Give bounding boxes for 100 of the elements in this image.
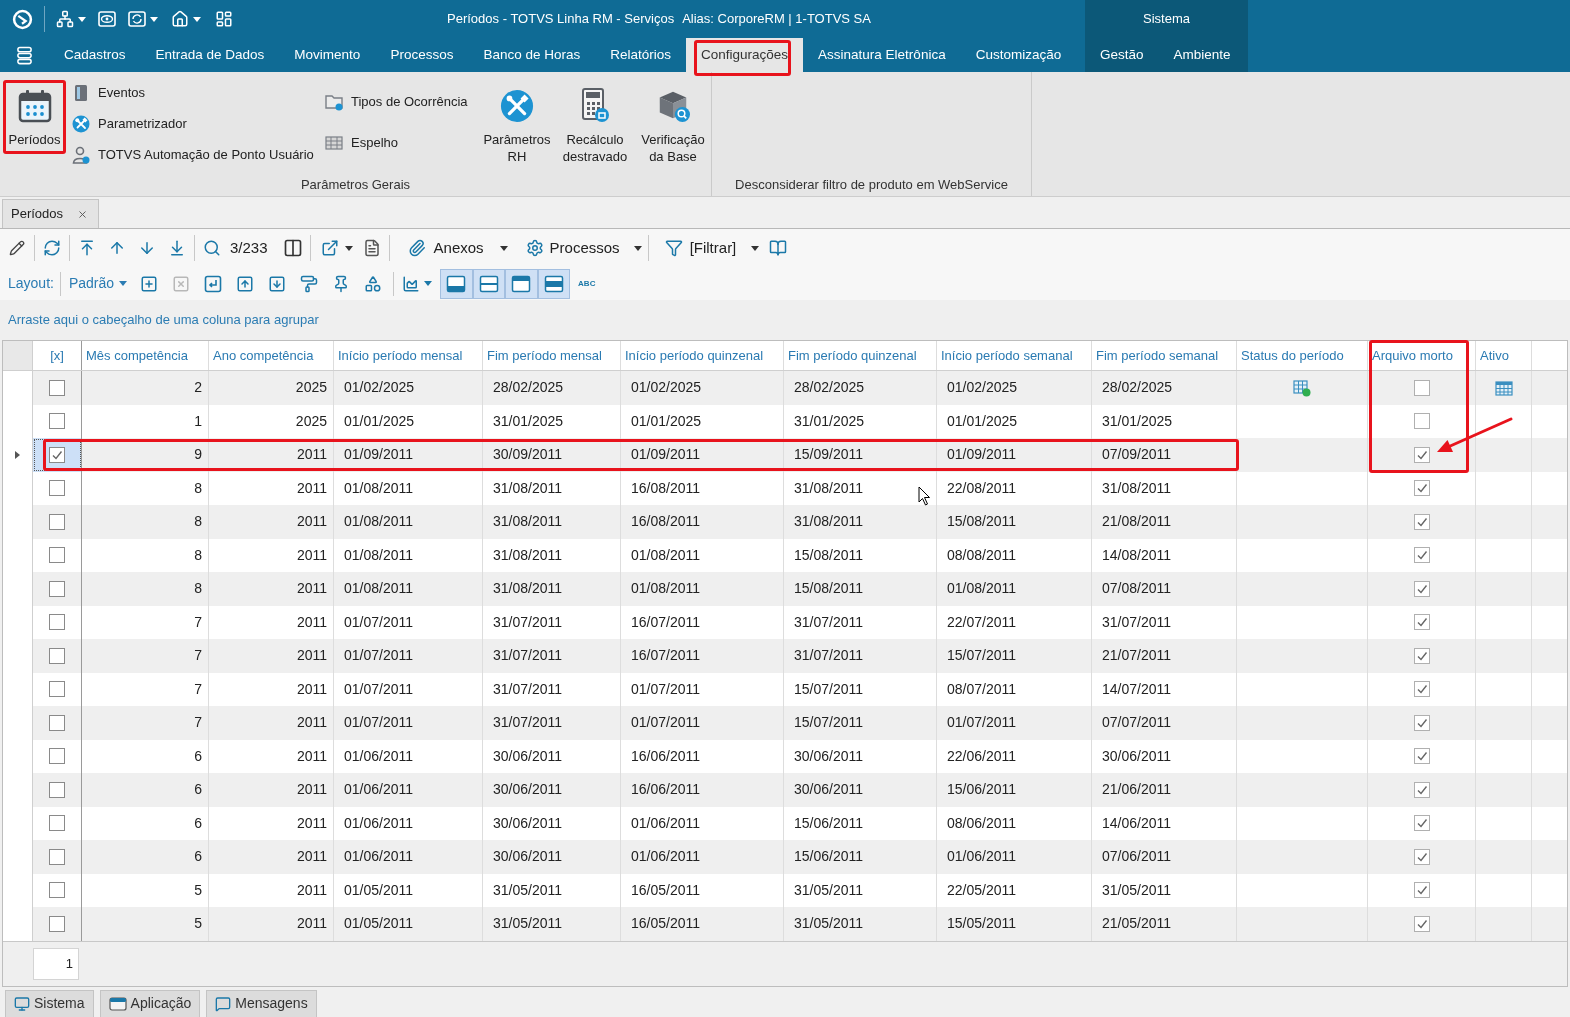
processes-button[interactable]: Processos <box>521 233 646 263</box>
checkbox[interactable] <box>1413 513 1430 530</box>
checkbox[interactable] <box>1413 815 1430 832</box>
column-header[interactable]: Ativo <box>1476 341 1532 370</box>
ribbon-button[interactable]: Tipos de Ocorrência <box>323 86 475 117</box>
upload-icon[interactable] <box>236 274 255 293</box>
checkbox[interactable] <box>49 480 65 497</box>
table-row[interactable]: 6 2011 01/06/2011 30/06/2011 16/06/2011 30/06/2011 15/06/2011 21/06/2011 <box>3 773 1567 807</box>
status-tab[interactable]: Aplicação <box>99 989 201 1017</box>
table-row[interactable]: 6 2011 01/06/2011 30/06/2011 01/06/2011 15/06/2011 01/06/2011 07/06/2011 <box>3 840 1567 874</box>
ribbon-button[interactable]: Períodos <box>3 80 66 154</box>
shapes-icon[interactable] <box>364 274 383 293</box>
column-header[interactable]: Início período mensal <box>334 341 483 370</box>
checkbox[interactable] <box>1413 748 1430 765</box>
status-tab[interactable]: Sistema <box>5 989 94 1017</box>
checkbox[interactable] <box>49 882 65 899</box>
checkbox[interactable] <box>49 614 65 631</box>
columns-icon[interactable] <box>282 238 303 258</box>
table-row[interactable]: 8 2011 01/08/2011 31/08/2011 01/08/2011 15/08/2011 01/08/2011 07/08/2011 <box>3 572 1567 606</box>
row-header-cell[interactable] <box>3 371 33 405</box>
column-header[interactable]: Fim período semanal <box>1092 341 1237 370</box>
ribbon-button[interactable]: Verificação da Base <box>637 80 709 171</box>
checkbox[interactable] <box>49 714 65 731</box>
add-icon[interactable] <box>140 274 159 293</box>
ribbon-button[interactable]: Parametrizador <box>70 108 317 139</box>
checkbox[interactable] <box>1413 681 1430 698</box>
table-row[interactable]: 8 2011 01/08/2011 31/08/2011 16/08/2011 31/08/2011 15/08/2011 21/08/2011 <box>3 505 1567 539</box>
pencil-icon[interactable] <box>9 240 25 256</box>
page-field[interactable]: 1 <box>33 947 79 980</box>
view-toggle[interactable] <box>440 268 473 299</box>
menu-tab[interactable]: Ambiente <box>1158 38 1246 72</box>
checkbox[interactable] <box>1413 614 1430 631</box>
checkbox[interactable] <box>1413 714 1430 731</box>
checkbox[interactable] <box>1413 848 1430 865</box>
menu-tab[interactable]: Movimento <box>279 38 376 72</box>
menu-icon[interactable] <box>16 45 33 65</box>
checkbox[interactable] <box>49 748 65 765</box>
column-header[interactable]: Fim período mensal <box>483 341 621 370</box>
checkbox[interactable] <box>49 413 65 430</box>
menu-tab[interactable]: Relatórios <box>595 38 686 72</box>
checkbox[interactable] <box>49 915 65 932</box>
column-header[interactable]: Início período semanal <box>937 341 1092 370</box>
checkbox[interactable] <box>1413 882 1430 899</box>
document-tab[interactable]: Períodos <box>2 199 100 228</box>
grid-icon[interactable] <box>215 10 233 28</box>
ribbon-button[interactable]: Eventos <box>70 77 317 108</box>
menu-tab[interactable]: Banco de Horas <box>468 38 596 72</box>
first-record-icon[interactable] <box>78 239 96 257</box>
checkbox[interactable] <box>49 647 65 664</box>
arrow-down-icon[interactable] <box>138 239 156 257</box>
ribbon-button[interactable]: TOTVS Automação de Ponto Usuário <box>70 139 317 170</box>
column-header[interactable]: Arquivo morto <box>1368 341 1476 370</box>
row-header-cell[interactable] <box>3 907 33 941</box>
checkbox[interactable] <box>1413 580 1430 597</box>
column-header[interactable]: Status do período <box>1237 341 1368 370</box>
checkbox[interactable] <box>1413 781 1430 798</box>
checkbox[interactable] <box>49 781 65 798</box>
refresh-icon[interactable] <box>128 10 146 28</box>
ribbon-button[interactable]: Recálculo destravado <box>559 80 631 171</box>
refresh-icon[interactable] <box>43 239 61 257</box>
checkbox[interactable] <box>49 379 65 396</box>
table-row[interactable]: 7 2011 01/07/2011 31/07/2011 01/07/2011 15/07/2011 01/07/2011 07/07/2011 <box>3 706 1567 740</box>
checkbox[interactable] <box>1413 413 1430 430</box>
network-icon[interactable] <box>56 10 74 28</box>
menu-tab[interactable]: Cadastros <box>49 38 141 72</box>
checkbox[interactable] <box>1413 446 1430 463</box>
menu-tab[interactable]: Entrada de Dados <box>140 38 280 72</box>
checkbox[interactable] <box>49 446 65 463</box>
search-icon[interactable] <box>203 239 221 257</box>
book-icon[interactable] <box>769 239 788 257</box>
view-toggle[interactable] <box>537 268 571 299</box>
status-tab[interactable]: Mensagens <box>206 989 317 1017</box>
download-icon[interactable] <box>268 274 287 293</box>
filter-button[interactable]: [Filtrar] <box>660 233 764 263</box>
checkbox[interactable] <box>49 547 65 564</box>
export-icon[interactable] <box>320 239 339 257</box>
attachments-button[interactable]: Anexos <box>403 233 512 263</box>
checkbox[interactable] <box>49 815 65 832</box>
view-toggle[interactable] <box>505 268 538 299</box>
return-icon[interactable] <box>204 274 223 293</box>
table-row[interactable]: 7 2011 01/07/2011 31/07/2011 16/07/2011 31/07/2011 15/07/2011 21/07/2011 <box>3 639 1567 673</box>
layout-dropdown[interactable]: Padrão <box>68 273 128 294</box>
view-toggle[interactable] <box>472 268 506 299</box>
column-header[interactable]: Ano competência <box>209 341 334 370</box>
chart-icon[interactable] <box>402 274 421 293</box>
checkbox[interactable] <box>1413 915 1430 932</box>
menu-tab[interactable]: Customização <box>960 38 1077 72</box>
ribbon-button[interactable]: Parâmetros RH <box>481 80 553 171</box>
checkbox[interactable] <box>1413 547 1430 564</box>
menu-tab[interactable]: Processos <box>375 38 469 72</box>
table-row[interactable]: 9 2011 01/09/2011 30/09/2011 01/09/2011 15/09/2011 01/09/2011 07/09/2011 <box>3 438 1567 472</box>
menu-tab[interactable]: Gestão <box>1085 38 1159 72</box>
column-header[interactable]: Fim período quinzenal <box>784 341 937 370</box>
column-header[interactable]: [x] <box>33 341 82 370</box>
checkbox[interactable] <box>49 580 65 597</box>
checkbox[interactable] <box>1413 480 1430 497</box>
column-header[interactable]: Mês competência <box>82 341 209 370</box>
column-header[interactable]: Início período quinzenal <box>621 341 784 370</box>
checkbox[interactable] <box>1413 379 1430 396</box>
document-icon[interactable] <box>362 239 381 257</box>
